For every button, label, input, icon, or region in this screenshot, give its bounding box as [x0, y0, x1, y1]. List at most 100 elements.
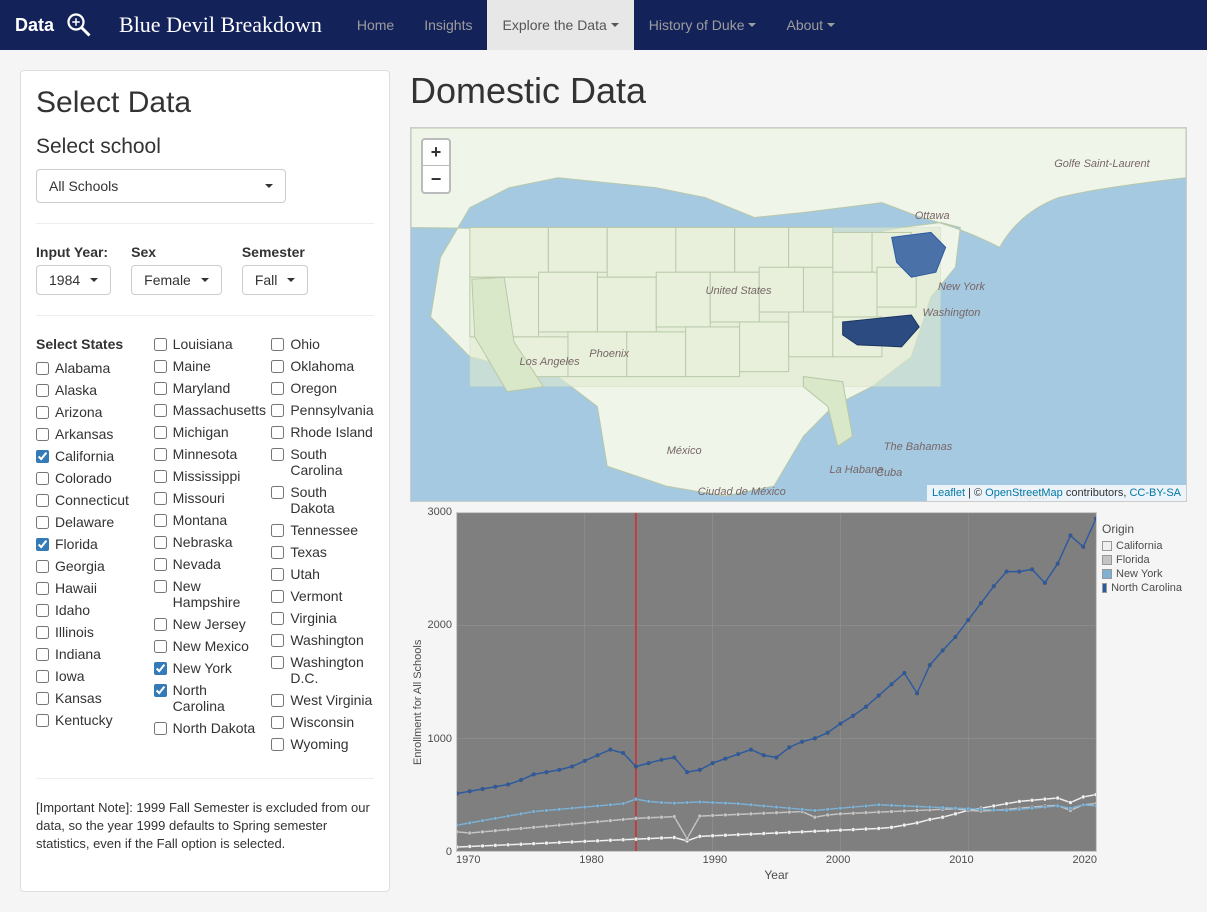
- state-checkbox-input[interactable]: [36, 384, 49, 397]
- state-checkbox[interactable]: Kentucky: [36, 712, 139, 728]
- state-checkbox[interactable]: Nebraska: [154, 534, 257, 550]
- state-checkbox[interactable]: Massachusetts: [154, 402, 257, 418]
- state-checkbox-input[interactable]: [271, 590, 284, 603]
- year-select[interactable]: 1984: [36, 265, 111, 295]
- state-checkbox[interactable]: Texas: [271, 544, 374, 560]
- state-checkbox-input[interactable]: [154, 684, 167, 697]
- state-checkbox-input[interactable]: [154, 662, 167, 675]
- state-checkbox[interactable]: Washington D.C.: [271, 654, 374, 686]
- state-checkbox[interactable]: Kansas: [36, 690, 139, 706]
- state-checkbox[interactable]: Maine: [154, 358, 257, 374]
- state-checkbox[interactable]: Missouri: [154, 490, 257, 506]
- state-checkbox-input[interactable]: [36, 450, 49, 463]
- nav-about[interactable]: About: [771, 0, 850, 50]
- state-checkbox-input[interactable]: [36, 538, 49, 551]
- state-checkbox[interactable]: Colorado: [36, 470, 139, 486]
- state-checkbox-input[interactable]: [271, 738, 284, 751]
- state-checkbox[interactable]: Virginia: [271, 610, 374, 626]
- state-checkbox[interactable]: Rhode Island: [271, 424, 374, 440]
- zoom-in-button[interactable]: +: [423, 140, 449, 166]
- state-checkbox[interactable]: Indiana: [36, 646, 139, 662]
- state-checkbox-input[interactable]: [154, 514, 167, 527]
- state-checkbox-input[interactable]: [154, 580, 167, 593]
- state-checkbox-input[interactable]: [154, 338, 167, 351]
- state-checkbox[interactable]: Idaho: [36, 602, 139, 618]
- state-checkbox-input[interactable]: [154, 360, 167, 373]
- nav-insights[interactable]: Insights: [409, 0, 487, 50]
- state-checkbox[interactable]: Maryland: [154, 380, 257, 396]
- state-checkbox[interactable]: North Dakota: [154, 720, 257, 736]
- nav-history[interactable]: History of Duke: [634, 0, 772, 50]
- state-checkbox-input[interactable]: [271, 448, 284, 461]
- state-checkbox[interactable]: Pennsylvania: [271, 402, 374, 418]
- state-checkbox-input[interactable]: [36, 362, 49, 375]
- osm-link[interactable]: OpenStreetMap: [985, 487, 1063, 499]
- state-checkbox-input[interactable]: [154, 426, 167, 439]
- state-checkbox-input[interactable]: [154, 382, 167, 395]
- semester-select[interactable]: Fall: [242, 265, 309, 295]
- state-checkbox[interactable]: Florida: [36, 536, 139, 552]
- leaflet-map[interactable]: + − OttawaNew YorkWashingtonUnited State…: [410, 127, 1187, 502]
- zoom-out-button[interactable]: −: [423, 166, 449, 192]
- state-checkbox[interactable]: New Hampshire: [154, 578, 257, 610]
- state-checkbox[interactable]: Nevada: [154, 556, 257, 572]
- state-checkbox-input[interactable]: [271, 612, 284, 625]
- state-checkbox-input[interactable]: [271, 546, 284, 559]
- state-checkbox-input[interactable]: [36, 472, 49, 485]
- state-checkbox[interactable]: New York: [154, 660, 257, 676]
- state-checkbox-input[interactable]: [271, 382, 284, 395]
- state-checkbox[interactable]: New Jersey: [154, 616, 257, 632]
- state-checkbox-input[interactable]: [271, 694, 284, 707]
- nav-home[interactable]: Home: [342, 0, 409, 50]
- state-checkbox-input[interactable]: [271, 426, 284, 439]
- state-checkbox-input[interactable]: [154, 448, 167, 461]
- state-checkbox[interactable]: Oregon: [271, 380, 374, 396]
- state-checkbox[interactable]: Hawaii: [36, 580, 139, 596]
- state-checkbox[interactable]: Minnesota: [154, 446, 257, 462]
- state-checkbox[interactable]: Alabama: [36, 360, 139, 376]
- state-checkbox-input[interactable]: [271, 716, 284, 729]
- sex-select[interactable]: Female: [131, 265, 222, 295]
- state-checkbox-input[interactable]: [36, 692, 49, 705]
- state-checkbox[interactable]: Louisiana: [154, 336, 257, 352]
- state-checkbox-input[interactable]: [36, 516, 49, 529]
- state-checkbox-input[interactable]: [36, 670, 49, 683]
- state-checkbox-input[interactable]: [271, 568, 284, 581]
- state-checkbox-input[interactable]: [271, 338, 284, 351]
- state-checkbox[interactable]: Ohio: [271, 336, 374, 352]
- state-checkbox-input[interactable]: [271, 634, 284, 647]
- state-checkbox-input[interactable]: [271, 486, 284, 499]
- state-checkbox[interactable]: South Dakota: [271, 484, 374, 516]
- leaflet-link[interactable]: Leaflet: [932, 487, 965, 499]
- state-checkbox[interactable]: West Virginia: [271, 692, 374, 708]
- state-checkbox[interactable]: Georgia: [36, 558, 139, 574]
- state-checkbox-input[interactable]: [36, 604, 49, 617]
- state-checkbox[interactable]: Tennessee: [271, 522, 374, 538]
- state-checkbox[interactable]: New Mexico: [154, 638, 257, 654]
- state-checkbox-input[interactable]: [271, 404, 284, 417]
- state-checkbox[interactable]: Delaware: [36, 514, 139, 530]
- state-checkbox[interactable]: Connecticut: [36, 492, 139, 508]
- state-checkbox-input[interactable]: [36, 582, 49, 595]
- school-select[interactable]: All Schools: [36, 169, 286, 203]
- state-checkbox-input[interactable]: [271, 360, 284, 373]
- state-checkbox-input[interactable]: [154, 492, 167, 505]
- state-checkbox[interactable]: Vermont: [271, 588, 374, 604]
- state-checkbox-input[interactable]: [154, 640, 167, 653]
- state-checkbox[interactable]: Wyoming: [271, 736, 374, 752]
- state-checkbox[interactable]: Wisconsin: [271, 714, 374, 730]
- state-checkbox-input[interactable]: [36, 494, 49, 507]
- state-checkbox-input[interactable]: [154, 404, 167, 417]
- state-checkbox-input[interactable]: [154, 722, 167, 735]
- state-checkbox[interactable]: Illinois: [36, 624, 139, 640]
- state-checkbox-input[interactable]: [36, 626, 49, 639]
- state-checkbox-input[interactable]: [36, 714, 49, 727]
- state-checkbox[interactable]: Washington: [271, 632, 374, 648]
- nav-explore[interactable]: Explore the Data: [487, 0, 633, 50]
- state-checkbox[interactable]: Montana: [154, 512, 257, 528]
- state-checkbox-input[interactable]: [36, 406, 49, 419]
- state-checkbox[interactable]: Oklahoma: [271, 358, 374, 374]
- state-checkbox[interactable]: California: [36, 448, 139, 464]
- state-checkbox-input[interactable]: [271, 524, 284, 537]
- state-checkbox-input[interactable]: [36, 560, 49, 573]
